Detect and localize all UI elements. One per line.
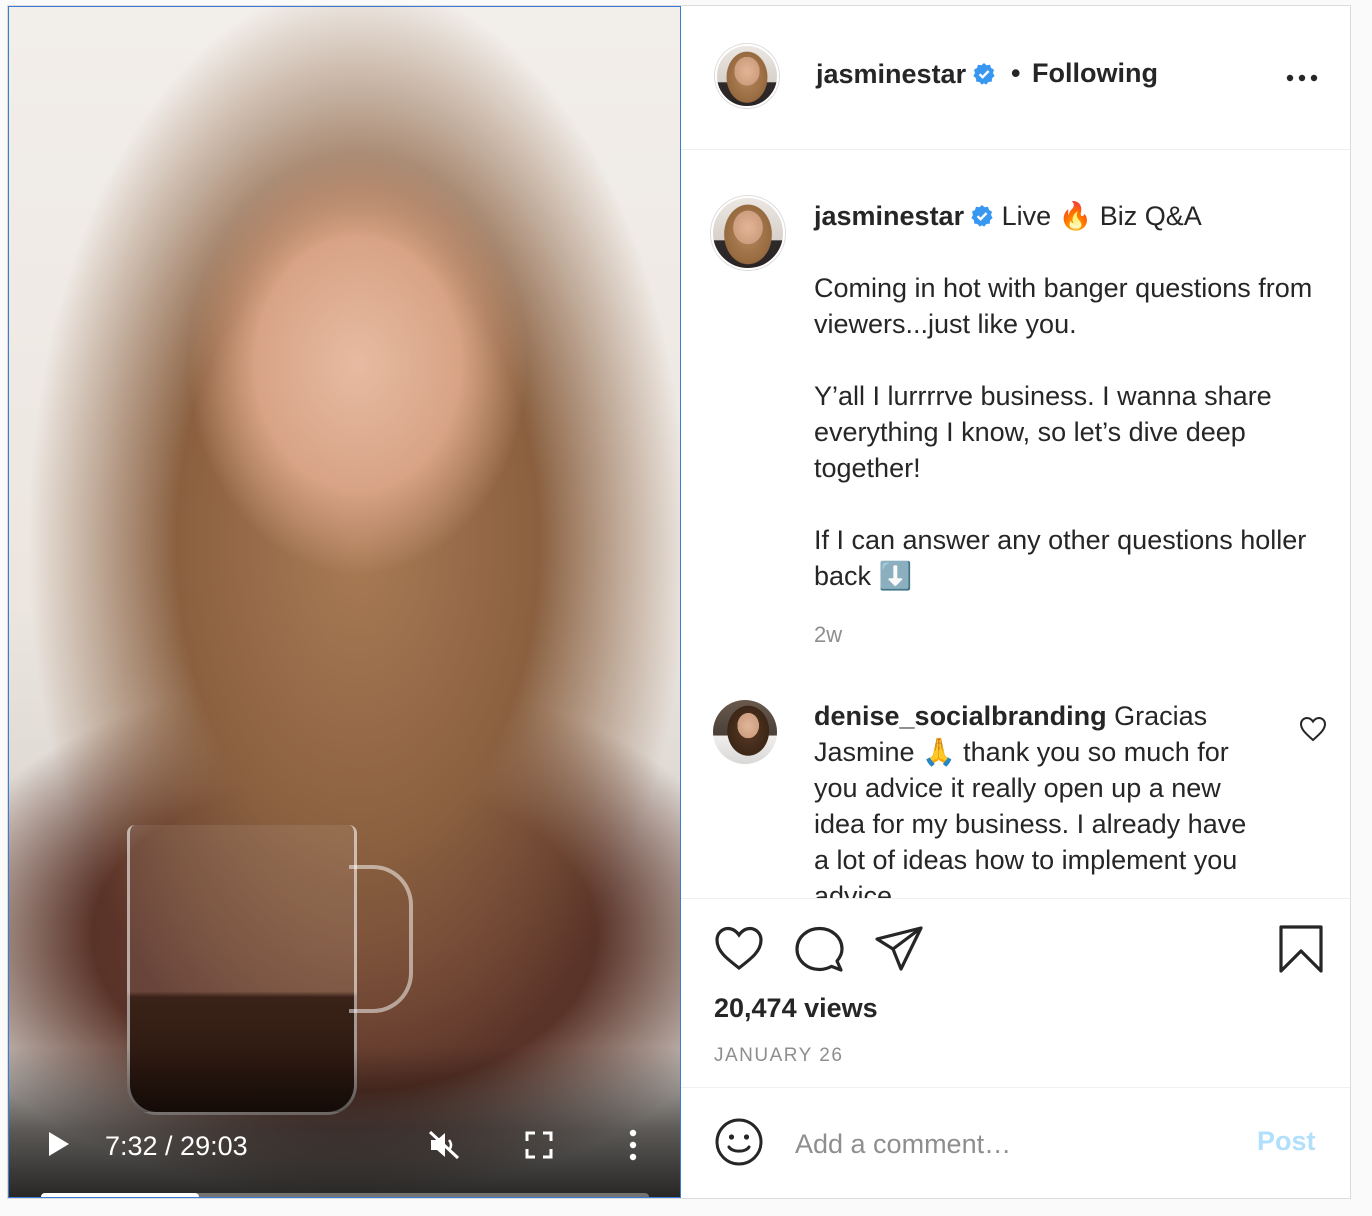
comment-icon [795,926,844,972]
author-username[interactable]: jasminestar [816,59,966,89]
video-progress-fill [41,1193,200,1197]
post-options-button[interactable] [1285,66,1319,86]
like-button[interactable] [713,923,765,975]
share-button[interactable] [873,923,925,975]
emoji-button[interactable] [713,1116,765,1168]
author-name-group: jasminestar [816,59,996,90]
post-dialog: 7:32 / 29:03 jasminestar • Following jas… [7,5,1351,1199]
caption-paragraph: If I can answer any other questions holl… [814,525,1307,591]
comments-section[interactable]: jasminestar Live 🔥 Biz Q&A Coming in hot… [681,150,1350,898]
post-date: JANUARY 26 [714,1045,844,1066]
post-panel: jasminestar • Following jasminestar Live… [681,6,1350,1198]
caption-title: Live 🔥 Biz Q&A [1001,201,1202,231]
caption-paragraph: Coming in hot with banger questions from… [814,273,1313,339]
post-header: jasminestar • Following [681,6,1350,150]
verified-icon [973,63,995,85]
commenter-avatar[interactable] [713,700,777,764]
fullscreen-icon [525,1131,553,1159]
save-button[interactable] [1275,923,1327,975]
mug-handle-illustration [349,865,413,1013]
fullscreen-button[interactable] [525,1131,553,1159]
share-icon [875,926,923,971]
play-button[interactable] [47,1131,71,1157]
play-icon [49,1132,69,1156]
video-player[interactable]: 7:32 / 29:03 [8,6,681,1198]
comment-input[interactable] [793,1118,1227,1170]
mute-button[interactable] [427,1129,461,1161]
heart-icon [1299,716,1327,742]
comment-like-button[interactable] [1299,716,1327,742]
caption: jasminestar Live 🔥 Biz Q&A Coming in hot… [814,198,1314,594]
more-vertical-icon [629,1129,637,1161]
caption-timestamp[interactable]: 2w [814,622,842,648]
author-avatar[interactable] [715,44,779,108]
caption-avatar[interactable] [711,196,785,270]
comment-button[interactable] [793,923,845,975]
video-controls: 7:32 / 29:03 [9,1047,680,1197]
verified-icon [971,205,993,227]
view-count[interactable]: 20,474 views [714,993,878,1024]
post-actions: 20,474 views JANUARY 26 Post [681,898,1350,1199]
bookmark-icon [1279,925,1323,973]
caption-paragraph: Y’all I lurrrrve business. I wanna share… [814,381,1272,483]
video-progress-bar[interactable] [41,1193,649,1197]
muted-speaker-icon [428,1130,460,1160]
video-time: 7:32 / 29:03 [105,1131,248,1161]
video-more-button[interactable] [623,1129,643,1161]
comment: denise_socialbranding Gracias Jasmine 🙏 … [814,698,1264,898]
emoji-icon [715,1118,763,1166]
more-horizontal-icon [1286,74,1318,82]
post-comment-button[interactable]: Post [1257,1126,1316,1157]
add-comment-bar: Post [681,1087,1350,1200]
heart-icon [715,926,763,971]
commenter-username[interactable]: denise_socialbranding [814,701,1107,731]
header-separator: • [1011,58,1021,88]
caption-username[interactable]: jasminestar [814,201,964,231]
following-button[interactable]: Following [1032,58,1158,89]
